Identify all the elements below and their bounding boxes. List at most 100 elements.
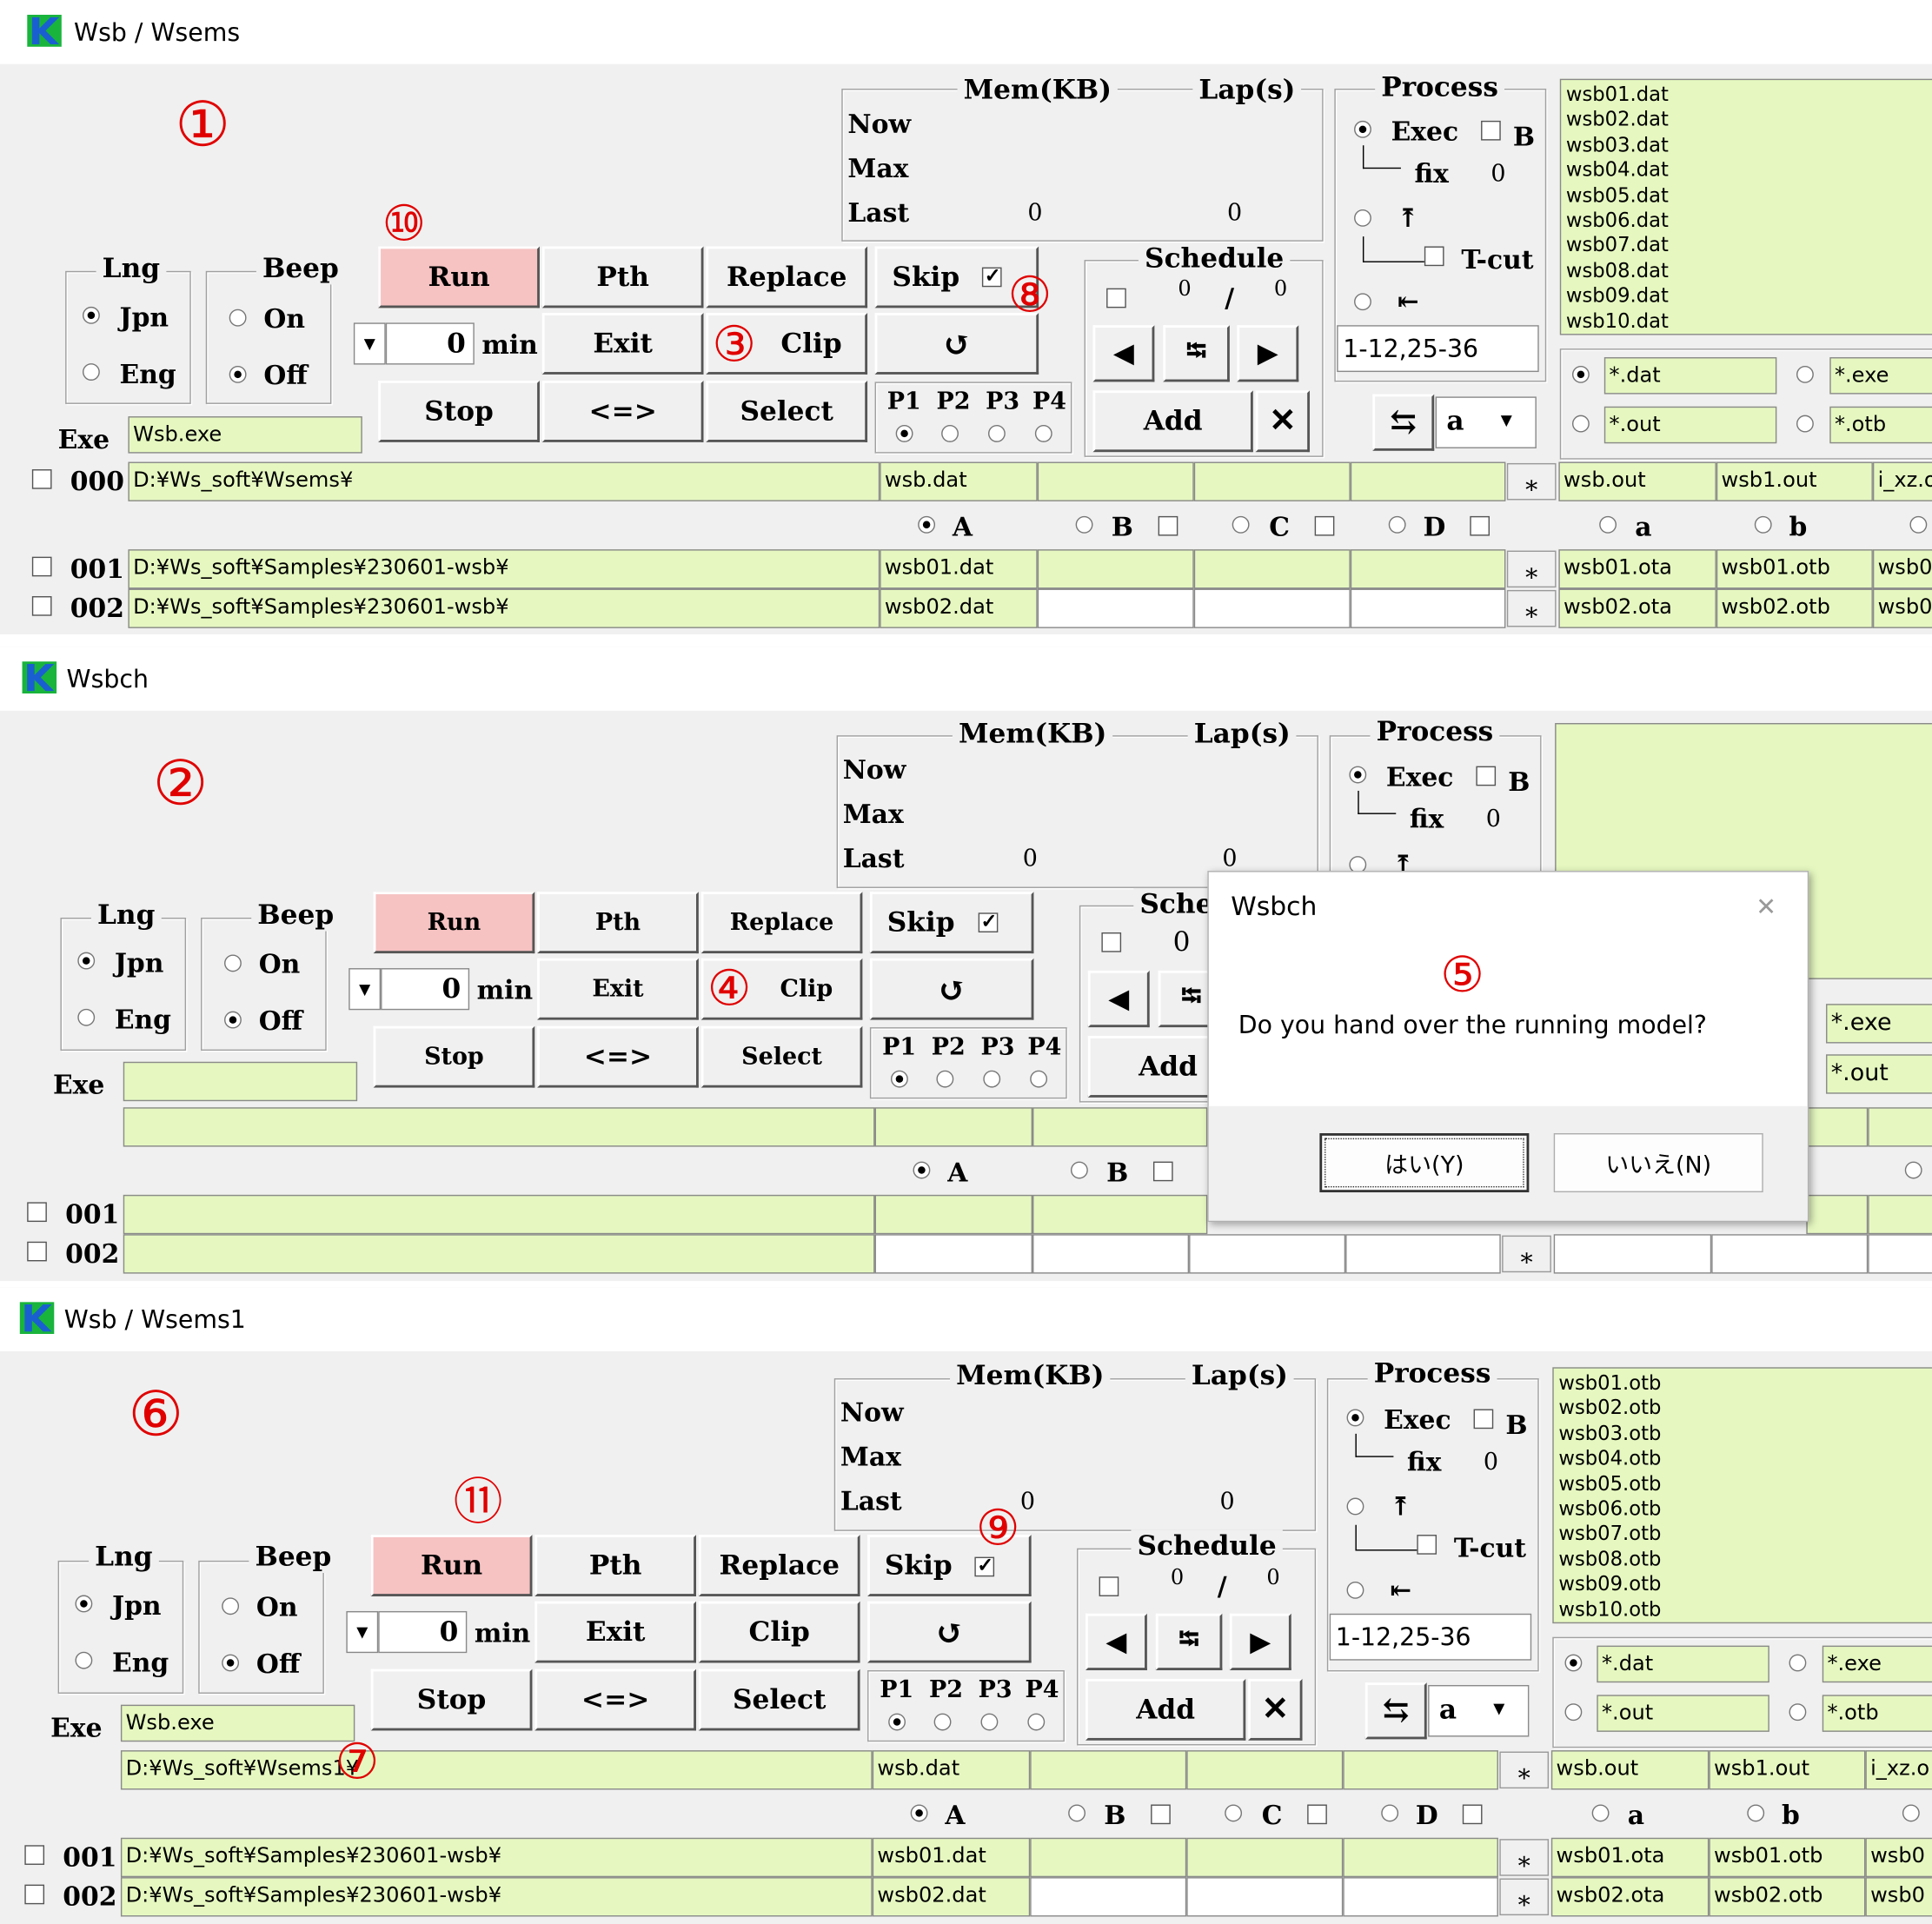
range-input[interactable]: 1-12,25-36 [1337,325,1539,373]
top-radio[interactable] [1346,1497,1364,1516]
title-bar[interactable]: Wsb / Wsems1 [0,1287,1932,1351]
skip-button[interactable]: Skip [869,892,1034,954]
b-field[interactable] [1032,1107,1208,1147]
select-button[interactable]: Select [698,1669,860,1731]
schedule-checkbox[interactable] [1101,932,1122,952]
next-button[interactable]: ▶ [1229,1613,1291,1670]
list-item[interactable]: wsb04.otb [1558,1446,1932,1471]
b-field[interactable] [1032,1234,1190,1274]
row-checkbox[interactable] [27,1241,47,1262]
col-c-checkbox[interactable] [1307,1804,1327,1825]
list-item[interactable]: wsb10.dat [1566,309,1932,334]
b-field[interactable] [1037,549,1194,589]
path-field[interactable]: D:¥Ws_soft¥Samples¥230601-wsb¥ [128,588,880,628]
col-b-checkbox[interactable] [1152,1161,1173,1182]
out-field-c[interactable]: i_xz.o [1872,461,1932,501]
pth-button[interactable]: Pth [534,1535,697,1596]
beep-on-radio[interactable] [229,309,247,327]
p4-radio[interactable] [1027,1713,1046,1731]
star-button[interactable]: ⁎ [1499,1839,1550,1876]
row-checkbox[interactable] [31,556,52,577]
middle-button[interactable]: ⭾ [1163,325,1230,382]
middle-button[interactable]: ⭾ [1155,1613,1223,1670]
out-field-b[interactable]: wsb1.out [1716,461,1873,501]
p4-radio[interactable] [1034,425,1052,442]
jpn-radio[interactable] [77,952,96,970]
row-checkbox[interactable] [31,596,52,616]
p1-radio[interactable] [895,425,913,442]
col-b-radio[interactable] [1068,1804,1086,1822]
d-field[interactable] [1343,1750,1498,1790]
d-field[interactable] [1345,1234,1501,1274]
filter-exe-radio[interactable] [1789,1654,1807,1672]
col-a-radio[interactable] [913,1161,931,1179]
col-a-radio[interactable] [910,1804,928,1822]
min-input[interactable]: 0 [381,968,470,1011]
min-dropdown-icon[interactable]: ▼ [349,968,382,1011]
out-field-b[interactable]: wsb01.otb [1716,549,1873,589]
col-sb-radio[interactable] [1754,515,1772,534]
list-item[interactable]: wsb03.dat [1566,133,1932,158]
title-bar[interactable]: Wsb / Wsems [0,0,1932,64]
dat-field[interactable] [874,1194,1033,1235]
c-field[interactable] [1186,1837,1344,1878]
b-field[interactable] [1030,1837,1187,1878]
list-item[interactable]: wsb07.dat [1566,234,1932,259]
pth-button[interactable]: Pth [537,892,699,954]
swap-button[interactable]: <=> [534,1669,697,1731]
c-field[interactable] [1189,1234,1346,1274]
path-field[interactable]: D:¥Ws_soft¥Samples¥230601-wsb¥ [120,1837,873,1878]
filter-otb-radio[interactable] [1796,415,1814,433]
filter-out-radio[interactable] [1571,415,1590,433]
combo-select[interactable]: a [1435,396,1537,448]
out-field-b[interactable] [1806,1194,1869,1235]
dat-field[interactable]: wsb01.dat [872,1837,1031,1878]
list-item[interactable]: wsb10.otb [1558,1597,1932,1622]
refresh-button[interactable]: ↺ [869,958,1034,1020]
p1-radio[interactable] [890,1070,908,1088]
col-b-checkbox[interactable] [1158,515,1178,536]
b-field[interactable] [1037,588,1194,628]
c-field[interactable] [1193,588,1351,628]
b-field[interactable] [1030,1750,1187,1790]
p3-radio[interactable] [980,1713,999,1731]
out-field-b[interactable] [1806,1107,1869,1147]
skip-checkbox[interactable] [981,263,1002,288]
col-d-radio[interactable] [1381,1804,1399,1822]
out-field-b[interactable]: wsb01.otb [1709,1837,1866,1878]
path-field[interactable]: D:¥Ws_soft¥Samples¥230601-wsb¥ [120,1877,873,1917]
star-button[interactable]: ⁎ [1499,1878,1550,1916]
eng-radio[interactable] [75,1651,93,1669]
list-item[interactable]: wsb08.otb [1558,1547,1932,1572]
exe-field[interactable] [123,1061,358,1102]
out-field-c[interactable]: wsb0 [1865,1837,1932,1878]
col-d-checkbox[interactable] [1462,1804,1483,1825]
filter-out-field[interactable]: *.out [1603,406,1777,444]
filter-out-field[interactable]: *.out [1597,1695,1769,1732]
select-button[interactable]: Select [706,380,868,442]
col-c-checkbox[interactable] [1314,515,1335,536]
out-field-c[interactable]: wsb0 [1872,588,1932,628]
out-field-b[interactable] [1711,1234,1869,1274]
col-b-radio[interactable] [1075,515,1093,534]
swap-button[interactable]: <=> [537,1025,699,1088]
left-radio[interactable] [1346,1581,1364,1599]
exec-radio[interactable] [1349,766,1367,784]
row-checkbox[interactable] [24,1845,45,1865]
b-checkbox[interactable] [1473,1409,1494,1430]
filter-exe-field[interactable]: *.exe [1829,357,1932,395]
col-sa-radio[interactable] [1591,1804,1610,1822]
jpn-radio[interactable] [75,1595,93,1613]
row-checkbox[interactable] [24,1884,45,1905]
range-input[interactable]: 1-12,25-36 [1329,1613,1532,1661]
c-field[interactable] [1193,461,1351,501]
schedule-checkbox[interactable] [1106,288,1126,309]
b-checkbox[interactable] [1476,766,1497,786]
filter-exe-radio[interactable] [1796,365,1814,383]
col-c-radio[interactable] [1225,1804,1243,1822]
exe-field[interactable]: Wsb.exe [128,416,362,454]
swap-button[interactable]: <=> [541,380,704,442]
swap-combo-button[interactable]: ⇆ [1364,1682,1427,1740]
replace-button[interactable]: Replace [700,892,863,954]
beep-on-radio[interactable] [224,954,242,972]
